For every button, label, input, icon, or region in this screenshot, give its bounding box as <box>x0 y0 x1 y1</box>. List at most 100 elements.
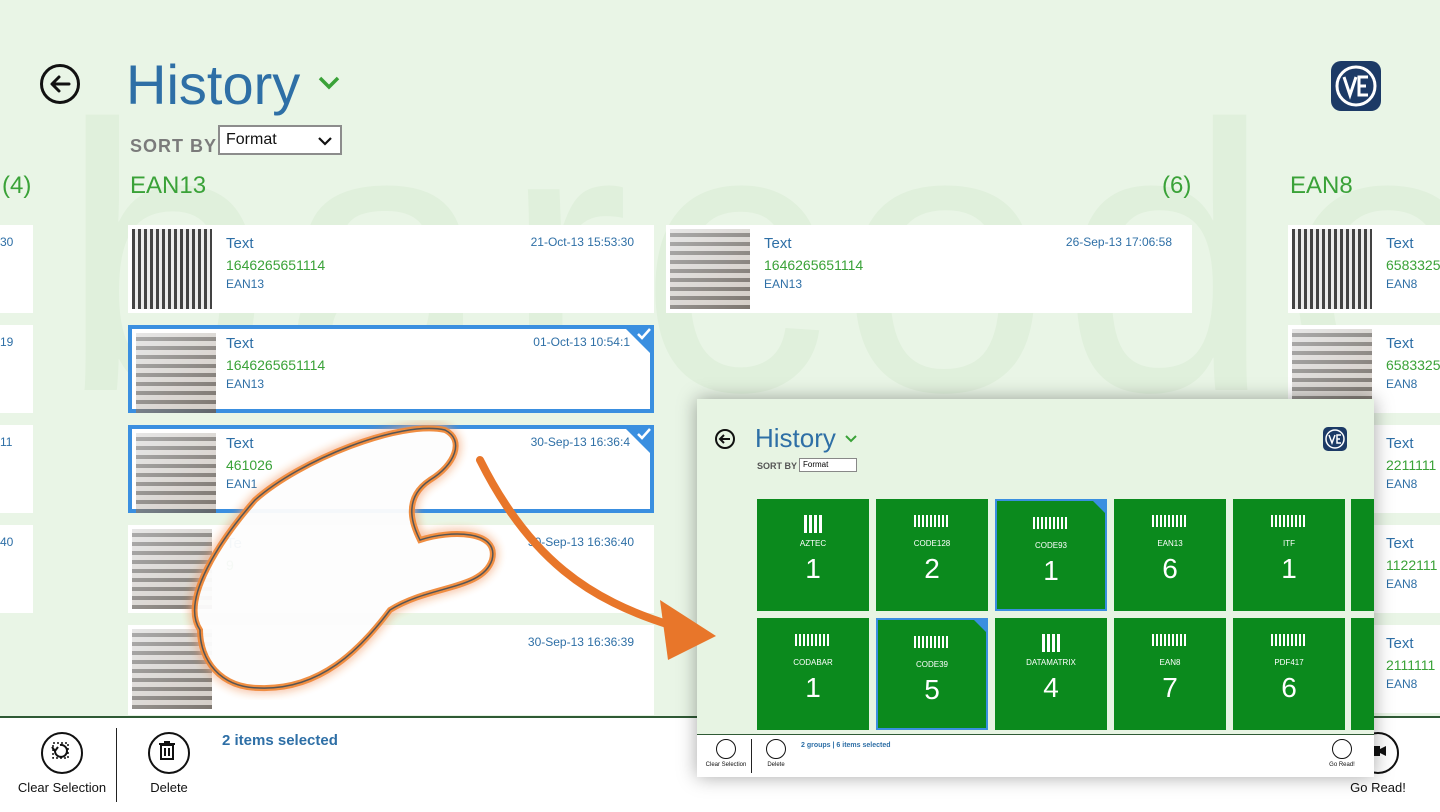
card-value: 2111111 <box>1386 657 1436 673</box>
card-value: 1122111 <box>1386 557 1438 573</box>
zoomed-out-history-preview: History SORT BY Format Clear Selection D… <box>697 399 1374 777</box>
tile-count: 1 <box>1281 553 1297 584</box>
selection-status: 2 items selected <box>222 732 338 749</box>
barcode-icon <box>795 634 831 646</box>
format-tile[interactable]: AZTEC 1 <box>757 499 869 611</box>
selection-check <box>972 618 988 634</box>
card-date: 30-Sep-13 16:36:4 <box>530 435 630 449</box>
card-date: 26-Sep-13 17:06:58 <box>1065 235 1172 249</box>
history-card[interactable]: Text 1646265651114 EAN13 21-Oct-13 15:53… <box>128 225 654 313</box>
clear-selection-icon <box>716 739 736 759</box>
format-tile[interactable]: ITF 1 <box>1233 499 1345 611</box>
chevron-down-icon <box>318 137 332 146</box>
arrow-left-icon <box>718 434 730 444</box>
app-logo <box>1331 61 1381 111</box>
barcode-thumbnail <box>1292 329 1372 409</box>
barcode-icon <box>1033 517 1069 529</box>
barcode-icon <box>1271 515 1307 527</box>
sort-select[interactable]: Format <box>218 125 342 155</box>
list-item[interactable]: 40 <box>0 525 33 613</box>
card-date: 21-Oct-13 15:53:30 <box>530 235 634 249</box>
card-format: EAN8 <box>1386 477 1418 491</box>
tile-format-label: CODE93 <box>1034 541 1067 550</box>
format-tile[interactable]: CODE39 5 <box>876 618 988 730</box>
card-type: Text <box>226 335 254 352</box>
pinch-hand-icon <box>191 425 496 692</box>
trash-glyph-icon <box>159 741 175 760</box>
barcode-icon <box>1152 515 1188 527</box>
barcode-icon <box>1152 634 1188 646</box>
clear-selection-button[interactable]: Clear Selection <box>16 732 108 795</box>
go-read-label: Go Read! <box>1329 762 1355 768</box>
card-value: 1646265651114 <box>764 257 864 273</box>
go-read-label: Go Read! <box>1350 780 1406 795</box>
tile-format-label: CODE128 <box>913 539 951 548</box>
group-header-ean8[interactable]: EAN8 <box>1290 172 1353 200</box>
list-item[interactable]: 19 <box>0 325 33 413</box>
card-type: Text <box>1386 535 1414 552</box>
list-item[interactable]: 11 <box>0 425 33 513</box>
chevron-down-icon[interactable] <box>845 435 857 443</box>
page-title[interactable]: History <box>126 52 300 117</box>
format-tile[interactable]: PDF417 6 <box>1233 618 1345 730</box>
format-tile-partial[interactable] <box>1351 499 1374 611</box>
chevron-down-icon[interactable] <box>318 76 340 90</box>
tile-format-label: EAN13 <box>1157 539 1183 548</box>
delete-button[interactable]: Delete <box>140 732 198 795</box>
card-value: 1646265651114 <box>226 357 326 373</box>
tile-format-label: CODABAR <box>793 658 833 667</box>
card-format: EAN8 <box>1386 377 1418 391</box>
card-format: EAN13 <box>226 277 265 291</box>
card-format: EAN8 <box>1386 577 1418 591</box>
back-button[interactable] <box>715 429 735 449</box>
selection-check <box>1091 499 1107 515</box>
ve-logo-icon <box>1325 429 1345 449</box>
tile-count: 1 <box>805 672 821 703</box>
sort-by-label: SORT BY <box>130 136 218 156</box>
undo-select-icon <box>51 742 69 759</box>
tile-count: 1 <box>1043 555 1059 586</box>
format-tile[interactable]: CODE128 2 <box>876 499 988 611</box>
partial-time: 30 <box>0 235 14 249</box>
clear-selection-button[interactable]: Clear Selection <box>705 739 747 768</box>
partial-time: 40 <box>0 535 14 549</box>
barcode-icon <box>914 515 950 527</box>
checkmark-icon <box>637 328 651 340</box>
sort-by-label: SORT BY <box>757 461 798 471</box>
format-tile[interactable]: EAN13 6 <box>1114 499 1226 611</box>
card-type: Text <box>1386 235 1414 252</box>
list-item[interactable]: 30 <box>0 225 33 313</box>
history-card-selected[interactable]: Text 1646265651114 EAN13 01-Oct-13 10:54… <box>128 325 654 413</box>
card-value: 6583325 <box>1386 257 1440 273</box>
page-title[interactable]: History <box>755 423 836 454</box>
group-count-ean13: (6) <box>1162 172 1192 199</box>
arrow-curved-icon <box>476 456 716 660</box>
tile-count: 7 <box>1162 672 1178 703</box>
format-tile[interactable]: CODABAR 1 <box>757 618 869 730</box>
format-tile[interactable]: DATAMATRIX 4 <box>995 618 1107 730</box>
back-button[interactable] <box>40 64 80 104</box>
sort-select[interactable]: Format <box>799 458 857 472</box>
group-header-ean13[interactable]: EAN13 <box>130 172 206 200</box>
format-tile[interactable]: EAN8 7 <box>1114 618 1226 730</box>
tile-count: 1 <box>805 553 821 584</box>
card-value: 1646265651114 <box>226 257 326 273</box>
partial-time: 19 <box>0 335 14 349</box>
go-read-button[interactable]: Go Read! <box>1327 739 1357 768</box>
app-bar-divider <box>116 728 117 802</box>
trash-icon <box>148 732 190 774</box>
barcode-icon <box>914 636 950 648</box>
barcode-thumbnail <box>136 333 216 413</box>
history-card[interactable]: Text 6583325 EAN8 <box>1288 225 1440 313</box>
card-format: EAN13 <box>764 277 803 291</box>
delete-button[interactable]: Delete <box>763 739 789 768</box>
format-tile[interactable]: CODE93 1 <box>995 499 1107 611</box>
card-type: Text <box>1386 635 1414 652</box>
arrow-left-icon <box>50 75 71 93</box>
format-tile-partial[interactable] <box>1351 618 1374 730</box>
card-type: Text <box>764 235 792 252</box>
qr-code-icon <box>1042 634 1060 652</box>
history-card[interactable]: Text 1646265651114 EAN13 26-Sep-13 17:06… <box>666 225 1192 313</box>
tile-format-label: ITF <box>1283 539 1295 548</box>
barcode-icon <box>1271 634 1307 646</box>
